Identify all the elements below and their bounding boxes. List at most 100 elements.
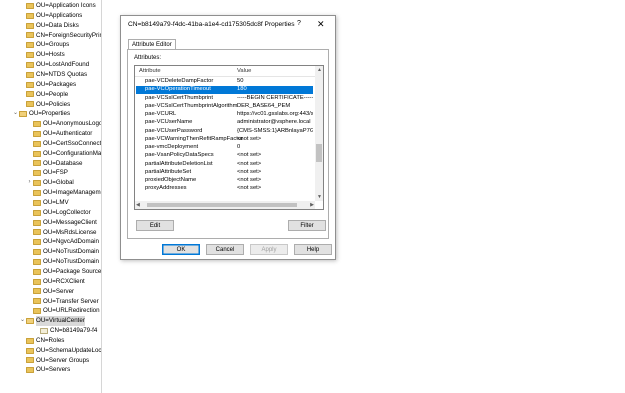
scroll-down-icon[interactable]: ▼ xyxy=(317,194,322,200)
tree-item[interactable]: OU=People xyxy=(19,90,68,100)
tree-item[interactable]: OU=ConfigurationManager xyxy=(26,149,101,159)
close-icon[interactable]: ✕ xyxy=(317,19,325,30)
tree-item-label: OU=Server xyxy=(43,287,75,295)
attribute-row[interactable]: partialAttributeSet <not set> xyxy=(136,169,313,177)
vertical-scroll-thumb[interactable] xyxy=(316,144,322,162)
tree-item-label: OU=People xyxy=(36,90,69,98)
horizontal-scrollbar[interactable]: ◀ ▶ xyxy=(135,201,315,209)
folder-icon xyxy=(33,298,41,305)
tree-item[interactable]: ⌄ OU=VirtualCenter xyxy=(19,316,85,326)
attribute-row[interactable]: pae-VsanPolicyDataSpecs <not set> xyxy=(136,152,313,160)
attribute-row[interactable]: pae-VCSslCertThumbprint -----BEGIN CERTIF… xyxy=(136,95,313,103)
tree-item-label: OU=FSP xyxy=(43,169,68,177)
tree-item[interactable]: › OU=Global xyxy=(26,178,74,188)
attributes-list[interactable]: Attribute Value pae-VCDeleteDampFactor 50… xyxy=(134,65,324,210)
attribute-value: administrator@vsphere.local xyxy=(237,119,311,126)
help-button[interactable]: Help xyxy=(294,244,332,255)
tree-item[interactable]: OU=FSP xyxy=(26,168,68,178)
filter-button[interactable]: Filter xyxy=(288,220,326,231)
tree-item[interactable]: OU=SchemaUpdateLock xyxy=(19,346,101,356)
tree-item[interactable]: OU=NoTrustDomain xyxy=(26,247,99,257)
tree-item-label: OU=Transfer Server xyxy=(43,297,99,305)
tree-item[interactable]: OU=Hosts xyxy=(19,50,65,60)
apply-button[interactable]: Apply xyxy=(250,244,288,255)
tree-item[interactable]: OU=LogCollector xyxy=(26,208,91,218)
attribute-row[interactable]: pae-vmcDeployment 0 xyxy=(136,144,313,152)
tree-item-label: OU=LostAndFound xyxy=(36,61,90,69)
scroll-left-icon[interactable]: ◀ xyxy=(136,202,140,208)
attribute-name: pae-VsanPolicyDataSpecs xyxy=(145,152,214,159)
tree-item[interactable]: OU=CertSsoConnector xyxy=(26,139,101,149)
tree-item[interactable]: OU=Server Groups xyxy=(19,356,89,366)
attribute-name: pae-VCOperationTimeout xyxy=(145,86,211,93)
vertical-scrollbar[interactable]: ▲ ▼ xyxy=(315,66,323,201)
attribute-value: 50 xyxy=(237,78,244,84)
attribute-name: pae-VCDeleteDampFactor xyxy=(145,78,214,84)
expand-chevron-icon[interactable]: ⌄ xyxy=(19,316,26,326)
attribute-row[interactable]: pae-VCWarningThenRefitRampFactor <not set… xyxy=(136,136,313,144)
tree-item-label: CN=ForeignSecurityPrincipals xyxy=(36,31,101,39)
edit-button[interactable]: Edit xyxy=(136,220,174,231)
tree-view[interactable]: OU=Application Icons OU=Applications OU=Da… xyxy=(0,0,101,393)
tree-item[interactable]: OU=Package Source xyxy=(26,267,101,277)
tree-item[interactable]: OU=Transfer Server xyxy=(26,297,99,307)
tree-item[interactable]: CN=b8149a79-f4 xyxy=(33,326,97,336)
tree-item[interactable]: OU=Data Disks xyxy=(19,21,79,31)
folder-icon xyxy=(33,249,41,256)
attribute-row[interactable]: partialAttributeDeletionList <not set> xyxy=(136,161,313,169)
folder-icon xyxy=(26,71,34,78)
tree-item[interactable]: OU=NoTrustDomain xyxy=(26,257,99,267)
tree-item[interactable]: OU=LMV xyxy=(26,198,69,208)
header-divider xyxy=(135,76,315,77)
attribute-row[interactable]: proxiedObjectName <not set> xyxy=(136,177,313,185)
column-header-attribute[interactable]: Attribute xyxy=(139,66,161,76)
tree-item[interactable]: OU=MessageClient xyxy=(26,218,97,228)
tree-item-label: OU=Data Disks xyxy=(36,21,79,29)
tree-item[interactable]: OU=Policies xyxy=(19,100,70,110)
tree-item[interactable]: OU=URLRedirection xyxy=(26,306,100,316)
attribute-row[interactable]: pae-VCDeleteDampFactor 50 xyxy=(136,78,313,86)
help-icon[interactable]: ? xyxy=(297,20,301,27)
tree-item[interactable]: OU=RCXClient xyxy=(26,277,85,287)
column-header-value[interactable]: Value xyxy=(237,66,251,76)
tree-item-label: OU=NgvcAdDomain xyxy=(43,238,99,246)
tree-item[interactable]: CN=NTDS Quotas xyxy=(19,70,87,80)
attribute-row[interactable]: pae-VCURL https://vc01.gsslabs.org:443/s xyxy=(136,111,313,119)
folder-icon xyxy=(26,367,34,374)
ok-button[interactable]: OK xyxy=(162,244,200,255)
tree-item-label: OU=MessageClient xyxy=(43,218,97,226)
tree-item-label: CN=b8149a79-f4 xyxy=(50,327,98,335)
expand-chevron-icon[interactable]: ⌄ xyxy=(12,109,19,119)
tree-item[interactable]: OU=Packages xyxy=(19,80,76,90)
tree-item[interactable]: CN=ForeignSecurityPrincipals xyxy=(19,31,101,41)
folder-icon xyxy=(33,288,41,295)
attribute-row[interactable]: proxyAddresses <not set> xyxy=(136,185,313,193)
tree-item[interactable]: OU=NgvcAdDomain xyxy=(26,237,99,247)
attribute-row[interactable]: pae-VCUserName administrator@vsphere.loca… xyxy=(136,119,313,127)
tree-item[interactable]: OU=Authenticator xyxy=(26,129,92,139)
tree-item-label: OU=Packages xyxy=(36,80,77,88)
attribute-row[interactable]: pae-VCOperationTimeout 180 xyxy=(136,86,313,95)
attribute-row[interactable]: pae-VCUserPassword {CMS-SMSS:1}ARBnlayaP7… xyxy=(136,128,313,136)
tree-item[interactable]: OU=Servers xyxy=(19,365,70,375)
expand-chevron-icon[interactable]: › xyxy=(26,178,33,188)
scroll-right-icon[interactable]: ▶ xyxy=(310,202,314,208)
scroll-up-icon[interactable]: ▲ xyxy=(317,67,322,73)
tree-item[interactable]: OU=Database xyxy=(26,159,82,169)
tree-item[interactable]: OU=AnonymousLogon xyxy=(26,119,101,129)
attribute-value: <not set> xyxy=(237,185,262,192)
tree-item[interactable]: OU=Application Icons xyxy=(19,1,96,11)
tree-item[interactable]: OU=MsRdsLicense xyxy=(26,228,96,238)
cancel-button[interactable]: Cancel xyxy=(206,244,244,255)
tree-item[interactable]: CN=Roles xyxy=(19,336,64,346)
tree-item[interactable]: OU=Server xyxy=(26,287,74,297)
tree-item[interactable]: OU=Applications xyxy=(19,11,82,21)
tree-item[interactable]: ⌄ OU=Properties xyxy=(12,109,70,119)
tree-item[interactable]: OU=LostAndFound xyxy=(19,60,89,70)
folder-icon xyxy=(33,160,41,167)
attribute-row[interactable]: pae-VCSslCertThumbprintAlgorithm DER_BASE… xyxy=(136,103,313,111)
tree-item[interactable]: OU=ImageManagement xyxy=(26,188,101,198)
tree-item[interactable]: OU=Groups xyxy=(19,40,69,50)
horizontal-scroll-thumb[interactable] xyxy=(147,203,297,207)
tree-item-label: OU=VirtualCenter xyxy=(36,316,85,326)
